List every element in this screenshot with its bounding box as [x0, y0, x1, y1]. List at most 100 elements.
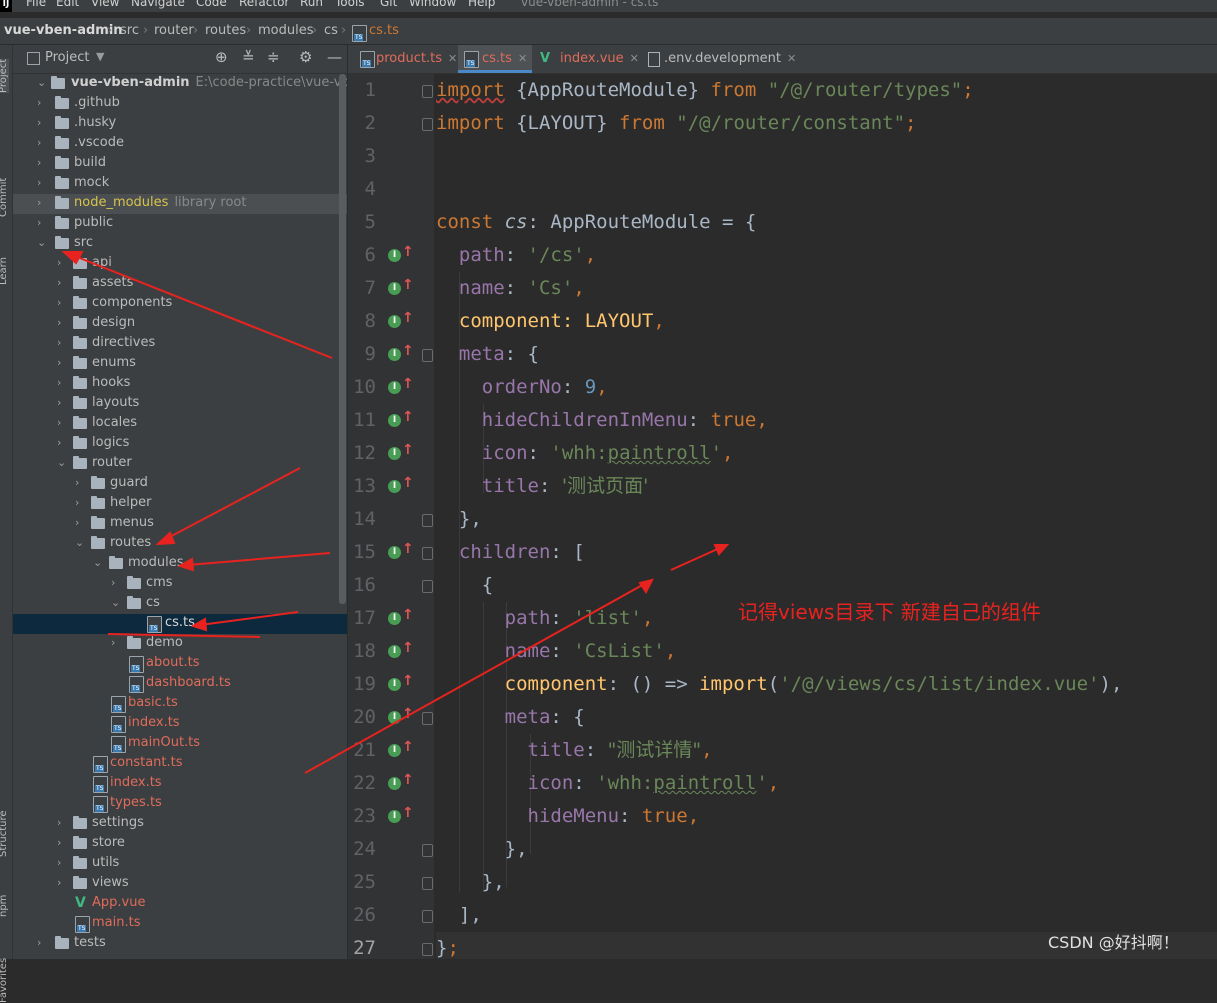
tree-row-folder[interactable]: › views [13, 874, 347, 894]
menu-window[interactable]: Window [409, 0, 456, 9]
tree-row-folder[interactable]: › .vscode [13, 134, 347, 154]
tree-row-file[interactable]: main.ts [13, 914, 347, 934]
menu-navigate[interactable]: Navigate [131, 0, 185, 9]
tree-row-folder[interactable]: › public [13, 214, 347, 234]
tree-row-folder[interactable]: › helper [13, 494, 347, 514]
implementation-icon[interactable]: I [388, 282, 401, 295]
tree-row-folder[interactable]: › .husky [13, 114, 347, 134]
tree-row-folder[interactable]: › store [13, 834, 347, 854]
breadcrumb-project[interactable]: vue-vben-admin [4, 23, 123, 38]
tree-row-folder[interactable]: ⌄ src [13, 234, 347, 254]
chevron-right-icon[interactable]: › [57, 254, 67, 272]
implementation-icon[interactable]: I [388, 315, 401, 328]
fold-marker-icon[interactable] [422, 349, 433, 362]
tree-row-file[interactable]: mainOut.ts [13, 734, 347, 754]
tree-row-file-selected[interactable]: cs.ts [13, 614, 347, 634]
tree-row-folder[interactable]: › enums [13, 354, 347, 374]
chevron-down-icon[interactable]: ⌄ [93, 554, 103, 572]
minimize-icon[interactable]: — [327, 48, 342, 66]
chevron-right-icon[interactable]: › [111, 574, 121, 592]
implementation-icon[interactable]: I [388, 810, 401, 823]
tree-row-folder[interactable]: ⌄ routes [13, 534, 347, 554]
close-icon[interactable]: ✕ [448, 52, 457, 65]
chevron-right-icon[interactable]: › [37, 174, 47, 192]
breadcrumb-routes[interactable]: routes [205, 23, 246, 38]
chevron-right-icon[interactable]: › [37, 194, 47, 212]
tree-row-file[interactable]: V App.vue [13, 894, 347, 914]
implementation-icon[interactable]: I [388, 612, 401, 625]
implementation-icon[interactable]: I [388, 678, 401, 691]
fold-marker-icon[interactable] [422, 514, 433, 527]
chevron-right-icon[interactable]: › [37, 114, 47, 132]
up-arrow-icon[interactable]: ↑ [402, 442, 414, 458]
fold-marker-icon[interactable] [422, 943, 433, 956]
chevron-down-icon[interactable]: ⌄ [111, 594, 121, 612]
chevron-right-icon[interactable]: › [75, 514, 85, 532]
close-icon[interactable]: ✕ [787, 52, 796, 65]
up-arrow-icon[interactable]: ↑ [402, 343, 414, 359]
tab-env-development[interactable]: .env.development ✕ [644, 45, 796, 73]
tool-window-learn[interactable]: Learn [0, 257, 9, 285]
menu-run[interactable]: Run [300, 0, 323, 9]
tree-row-folder[interactable]: › layouts [13, 394, 347, 414]
chevron-down-icon[interactable]: ⌄ [57, 454, 67, 472]
breadcrumb-router[interactable]: router [154, 23, 194, 38]
tree-row-library[interactable]: › node_modules library root [13, 194, 347, 214]
chevron-right-icon[interactable]: › [57, 354, 67, 372]
fold-marker-icon[interactable] [422, 547, 433, 560]
chevron-down-icon[interactable]: ⌄ [37, 234, 47, 252]
fold-marker-icon[interactable] [422, 844, 433, 857]
tree-row-folder[interactable]: › components [13, 294, 347, 314]
chevron-right-icon[interactable]: › [57, 394, 67, 412]
expand-all-icon[interactable]: ≚ [242, 48, 255, 66]
tree-row-folder[interactable]: › design [13, 314, 347, 334]
tree-row-folder[interactable]: ⌄ cs [13, 594, 347, 614]
tree-row-file[interactable]: index.ts [13, 714, 347, 734]
implementation-icon[interactable]: I [388, 546, 401, 559]
tool-window-commit[interactable]: Commit [0, 178, 9, 217]
chevron-right-icon[interactable]: › [57, 434, 67, 452]
tree-row-folder[interactable]: › directives [13, 334, 347, 354]
tree-row-file[interactable]: index.ts [13, 774, 347, 794]
chevron-down-icon[interactable]: ▼ [96, 50, 104, 63]
chevron-right-icon[interactable]: › [57, 854, 67, 872]
chevron-right-icon[interactable]: › [37, 934, 47, 952]
tree-row-root[interactable]: ⌄ vue-vben-admin E:\code-practice\vue-vbe… [13, 74, 347, 94]
tree-row-folder[interactable]: › demo [13, 634, 347, 654]
implementation-icon[interactable]: I [388, 249, 401, 262]
tree-row-folder[interactable]: › hooks [13, 374, 347, 394]
tab-index-vue[interactable]: V index.vue ✕ [538, 45, 639, 73]
chevron-right-icon[interactable]: › [57, 274, 67, 292]
tree-row-folder[interactable]: › logics [13, 434, 347, 454]
tree-row-folder[interactable]: › api [13, 254, 347, 274]
up-arrow-icon[interactable]: ↑ [402, 376, 414, 392]
tree-row-folder[interactable]: › tests [13, 934, 347, 954]
tab-product-ts[interactable]: product.ts ✕ [356, 45, 457, 73]
tab-cs-ts[interactable]: cs.ts ✕ [458, 45, 532, 73]
tool-window-structure[interactable]: Structure [0, 810, 9, 857]
project-scrollbar[interactable] [339, 74, 346, 604]
chevron-right-icon[interactable]: › [75, 474, 85, 492]
tree-row-folder[interactable]: › build [13, 154, 347, 174]
tree-row-folder[interactable]: › settings [13, 814, 347, 834]
fold-marker-icon[interactable] [422, 712, 433, 725]
implementation-icon[interactable]: I [388, 447, 401, 460]
up-arrow-icon[interactable]: ↑ [402, 805, 414, 821]
breadcrumb-cs[interactable]: cs [324, 23, 338, 38]
up-arrow-icon[interactable]: ↑ [402, 607, 414, 623]
implementation-icon[interactable]: I [388, 480, 401, 493]
tree-row-folder[interactable]: › locales [13, 414, 347, 434]
up-arrow-icon[interactable]: ↑ [402, 541, 414, 557]
implementation-icon[interactable]: I [388, 744, 401, 757]
implementation-icon[interactable]: I [388, 645, 401, 658]
breadcrumb-modules[interactable]: modules [258, 23, 314, 38]
tree-row-file[interactable]: dashboard.ts [13, 674, 347, 694]
gear-icon[interactable]: ⚙ [299, 48, 312, 66]
up-arrow-icon[interactable]: ↑ [402, 244, 414, 260]
up-arrow-icon[interactable]: ↑ [402, 310, 414, 326]
locate-icon[interactable]: ⊕ [215, 48, 228, 66]
chevron-right-icon[interactable]: › [37, 214, 47, 232]
up-arrow-icon[interactable]: ↑ [402, 673, 414, 689]
tree-row-folder[interactable]: › guard [13, 474, 347, 494]
tree-row-folder[interactable]: › mock [13, 174, 347, 194]
